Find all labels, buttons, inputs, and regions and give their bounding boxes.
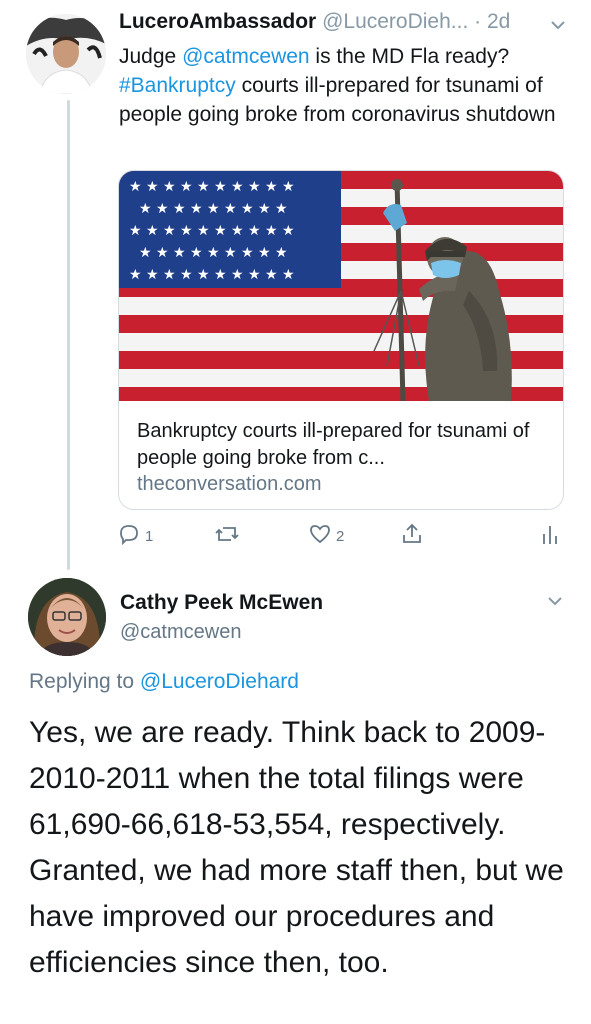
avatar-cathy[interactable] — [28, 578, 106, 656]
tweet1-hashtag-link[interactable]: #Bankruptcy — [119, 74, 236, 97]
reply-count: 1 — [145, 527, 154, 545]
tweet1-menu-chevron-icon[interactable] — [549, 16, 567, 39]
tweet1-handle[interactable]: @LuceroDieh... — [322, 10, 468, 33]
thread-connector-line — [67, 100, 70, 570]
tweet1-mention-link[interactable]: @catmcewen — [182, 45, 310, 68]
share-icon — [400, 522, 424, 550]
tweet1-time[interactable]: 2d — [487, 10, 510, 33]
tweet2-handle[interactable]: @catmcewen — [120, 621, 241, 644]
svg-text:★ ★ ★ ★ ★ ★ ★ ★ ★ ★: ★ ★ ★ ★ ★ ★ ★ ★ ★ ★ — [129, 267, 295, 283]
tweet1-action-bar: 1 2 — [0, 522, 591, 552]
tweet1-separator: · — [474, 10, 482, 33]
heart-icon — [308, 522, 332, 550]
reply-button[interactable]: 1 — [117, 522, 153, 550]
replying-to-line: Replying to @LuceroDiehard — [29, 670, 299, 694]
share-button[interactable] — [400, 522, 424, 550]
replying-prefix: Replying to — [29, 670, 140, 693]
tweet1-text-part: Judge — [119, 45, 183, 68]
svg-text:★ ★ ★ ★ ★ ★ ★ ★ ★ ★: ★ ★ ★ ★ ★ ★ ★ ★ ★ ★ — [129, 179, 295, 195]
replying-to-link[interactable]: @LuceroDiehard — [140, 670, 299, 693]
svg-text:★ ★ ★ ★ ★ ★ ★ ★ ★: ★ ★ ★ ★ ★ ★ ★ ★ ★ — [139, 245, 288, 261]
tweet2-menu-chevron-icon[interactable] — [545, 592, 565, 615]
reply-icon — [117, 522, 141, 550]
avatar-lucero[interactable] — [26, 14, 106, 94]
link-preview-card[interactable]: ★ ★ ★ ★ ★ ★ ★ ★ ★ ★ ★ ★ ★ ★ ★ ★ ★ ★ ★ ★ … — [118, 170, 564, 510]
tweet2-display-name[interactable]: Cathy Peek McEwen — [120, 591, 323, 615]
like-count: 2 — [336, 527, 345, 545]
svg-text:★ ★ ★ ★ ★ ★ ★ ★ ★: ★ ★ ★ ★ ★ ★ ★ ★ ★ — [139, 201, 288, 217]
analytics-icon — [540, 522, 560, 550]
retweet-icon — [214, 522, 240, 550]
card-domain: theconversation.com — [137, 473, 322, 495]
tweet1-text: Judge @catmcewen is the MD Fla ready? #B… — [119, 42, 569, 129]
tweet2-body: Yes, we are ready. Think back to 2009-20… — [29, 716, 564, 979]
tweet1-text-part: is the MD Fla ready? — [309, 45, 510, 68]
card-image-flag-lady-justice: ★ ★ ★ ★ ★ ★ ★ ★ ★ ★ ★ ★ ★ ★ ★ ★ ★ ★ ★ ★ … — [119, 171, 563, 402]
analytics-button[interactable] — [540, 522, 560, 550]
tweet1-display-name[interactable]: LuceroAmbassador — [119, 10, 316, 33]
like-button[interactable]: 2 — [308, 522, 344, 550]
tweet1-header: LuceroAmbassador @LuceroDieh... · 2d — [119, 10, 579, 34]
retweet-button[interactable] — [214, 522, 240, 550]
card-title: Bankruptcy courts ill-prepared for tsuna… — [137, 420, 530, 469]
svg-text:★ ★ ★ ★ ★ ★ ★ ★ ★ ★: ★ ★ ★ ★ ★ ★ ★ ★ ★ ★ — [129, 223, 295, 239]
